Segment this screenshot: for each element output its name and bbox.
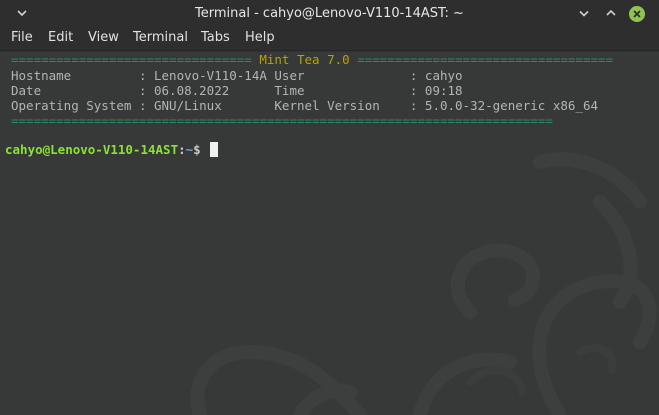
hostname-value: : Lenovo-V110-14A: [138, 68, 267, 83]
banner-row-os: Operating System : GNU/Linux Kernel Vers…: [11, 98, 598, 114]
menu-tabs[interactable]: Tabs: [201, 30, 230, 45]
minimize-icon[interactable]: [576, 5, 592, 21]
title-bar[interactable]: Terminal - cahyo@Lenovo-V110-14AST: ~: [0, 0, 659, 27]
user-value: : cahyo: [394, 68, 463, 83]
menu-help[interactable]: Help: [245, 30, 275, 45]
shell-prompt[interactable]: cahyo@Lenovo-V110-14AST:~$: [5, 142, 219, 158]
menu-terminal[interactable]: Terminal: [133, 30, 188, 45]
window-title: Terminal - cahyo@Lenovo-V110-14AST: ~: [195, 6, 464, 21]
maximize-icon[interactable]: [603, 5, 619, 21]
menu-view[interactable]: View: [88, 30, 119, 45]
banner-top-separator: ================================ Mint Te…: [11, 52, 613, 68]
close-icon[interactable]: [628, 5, 645, 22]
time-label: Time: [266, 83, 395, 98]
user-label: User: [266, 68, 395, 83]
prompt-colon: :: [178, 142, 186, 157]
menu-file[interactable]: File: [11, 30, 33, 45]
text-cursor: [210, 142, 219, 157]
banner-title: Mint Tea 7.0: [259, 52, 350, 67]
prompt-symbol: $: [193, 142, 201, 157]
hostname-label: Hostname: [11, 68, 139, 83]
terminal-area[interactable]: ================================ Mint Te…: [0, 52, 659, 415]
time-value: : 09:18: [394, 83, 463, 98]
banner-row-hostname: Hostname : Lenovo-V110-14A User : cahyo: [11, 68, 463, 84]
menu-edit[interactable]: Edit: [48, 30, 73, 45]
banner-row-date: Date : 06.08.2022 Time : 09:18: [11, 83, 463, 99]
kernel-label: Kernel Version: [266, 98, 395, 113]
banner-separator-left: ================================: [11, 52, 252, 67]
banner-bottom-separator: ========================================…: [11, 113, 553, 128]
banner-separator-right: ==================================: [357, 52, 614, 67]
terminal-window: Terminal - cahyo@Lenovo-V110-14AST: ~ Fi…: [0, 0, 659, 415]
kernel-value: : 5.0.0-32-generic x86_64: [394, 98, 599, 113]
date-value: : 06.08.2022: [138, 83, 267, 98]
os-value: : GNU/Linux: [138, 98, 267, 113]
os-label: Operating System: [11, 98, 139, 113]
date-label: Date: [11, 83, 139, 98]
prompt-user-host: cahyo@Lenovo-V110-14AST: [5, 142, 179, 157]
menu-bar: File Edit View Terminal Tabs Help: [0, 27, 659, 51]
